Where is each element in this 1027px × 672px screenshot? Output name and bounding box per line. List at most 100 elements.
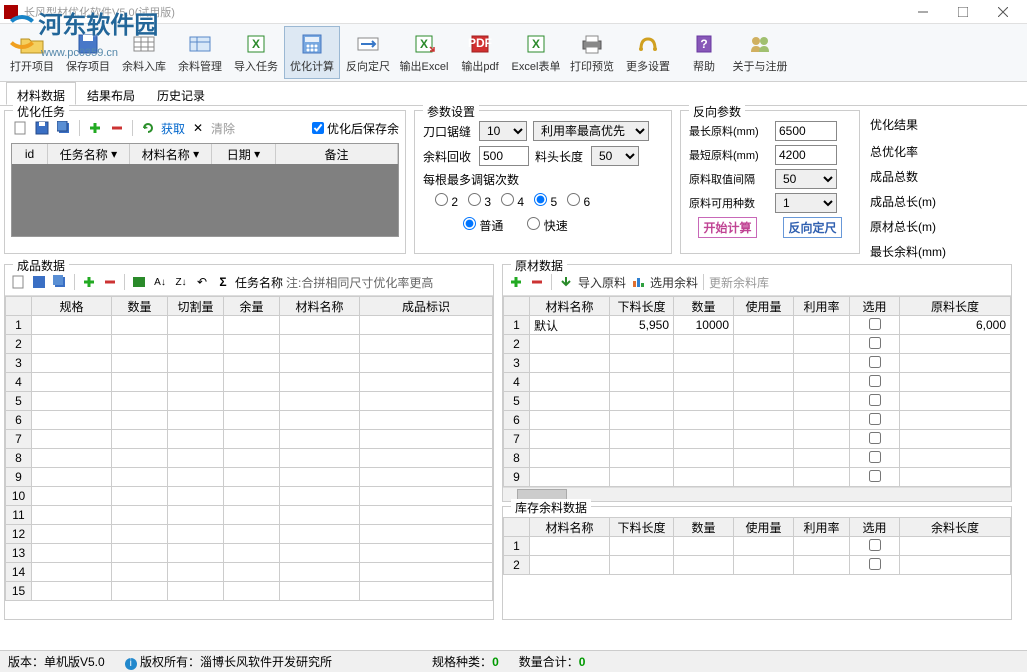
table-row[interactable]: 7 bbox=[504, 430, 1011, 449]
export-pdf-button[interactable]: PDF输出pdf bbox=[452, 26, 508, 79]
optimize-task-panel: 优化任务 获取 ✕ 清除 优化后保存余 id 任务名称 ▾ 材料名称 ▾ 日期 … bbox=[4, 110, 406, 254]
types-select[interactable]: 1 bbox=[775, 193, 837, 213]
table-row[interactable]: 8 bbox=[6, 449, 493, 468]
about-register-button[interactable]: 关于与注册 bbox=[732, 26, 788, 79]
table-row[interactable]: 3 bbox=[504, 354, 1011, 373]
result-product-len: 成品总长(m) bbox=[870, 193, 978, 210]
clear-icon[interactable]: ✕ bbox=[189, 119, 207, 137]
table-row[interactable]: 9 bbox=[6, 468, 493, 487]
select-scrap-button[interactable]: 选用余料 bbox=[650, 274, 698, 291]
table-row[interactable]: 14 bbox=[6, 563, 493, 582]
reverse-size-button[interactable]: 反向定尺 bbox=[340, 26, 396, 79]
import-material-button[interactable]: 导入原料 bbox=[578, 274, 626, 291]
prod-saveall-icon[interactable] bbox=[51, 273, 69, 291]
mat-add-icon[interactable] bbox=[507, 273, 525, 291]
fetch-button[interactable]: 获取 bbox=[161, 120, 185, 137]
table-row[interactable]: 1 bbox=[6, 316, 493, 335]
table-row[interactable]: 10 bbox=[6, 487, 493, 506]
max-mat-input[interactable] bbox=[775, 121, 837, 141]
table-row[interactable]: 2 bbox=[504, 335, 1011, 354]
cuts-4[interactable]: 4 bbox=[501, 193, 524, 209]
mode-normal[interactable]: 普通 bbox=[463, 217, 503, 234]
help-button[interactable]: ?帮助 bbox=[676, 26, 732, 79]
prod-excel-icon[interactable] bbox=[130, 273, 148, 291]
priority-select[interactable]: 利用率最高优先 bbox=[533, 121, 649, 141]
table-row[interactable]: 9 bbox=[504, 468, 1011, 487]
optimize-calc-button[interactable]: 优化计算 bbox=[284, 26, 340, 79]
table-row[interactable]: 2 bbox=[6, 335, 493, 354]
prod-sort-asc-icon[interactable]: A↓ bbox=[151, 273, 169, 291]
import-icon[interactable] bbox=[557, 273, 575, 291]
svg-text:X: X bbox=[252, 37, 260, 51]
minimize-button[interactable] bbox=[903, 0, 943, 24]
scrap-input[interactable] bbox=[479, 146, 529, 166]
min-mat-label: 最短原料(mm) bbox=[689, 147, 771, 163]
save-after-checkbox[interactable]: 优化后保存余 bbox=[312, 120, 399, 137]
open-project-button[interactable]: 打开项目 bbox=[4, 26, 60, 79]
head-select[interactable]: 50 bbox=[591, 146, 639, 166]
tab-result-layout[interactable]: 结果布局 bbox=[76, 82, 146, 105]
cuts-2[interactable]: 2 bbox=[435, 193, 458, 209]
export-excel-button[interactable]: X输出Excel bbox=[396, 26, 452, 79]
add-icon[interactable] bbox=[86, 119, 104, 137]
remove-icon[interactable] bbox=[108, 119, 126, 137]
save-all-icon[interactable] bbox=[55, 119, 73, 137]
tab-history[interactable]: 历史记录 bbox=[146, 82, 216, 105]
table-row[interactable]: 15 bbox=[6, 582, 493, 601]
tab-material-data[interactable]: 材料数据 bbox=[6, 82, 76, 105]
more-settings-button[interactable]: 更多设置 bbox=[620, 26, 676, 79]
result-product-count: 成品总数 bbox=[870, 168, 978, 185]
table-row[interactable]: 6 bbox=[504, 411, 1011, 430]
clear-button[interactable]: 清除 bbox=[211, 120, 235, 137]
table-row[interactable]: 7 bbox=[6, 430, 493, 449]
prod-undo-icon[interactable]: ↶ bbox=[193, 273, 211, 291]
prod-new-icon[interactable] bbox=[9, 273, 27, 291]
product-grid[interactable]: 规格数量切割量余量材料名称成品标识 123456789101112131415 bbox=[5, 296, 493, 601]
table-row[interactable]: 1默认5,950100006,000 bbox=[504, 316, 1011, 335]
excel-sheet-button[interactable]: XExcel表单 bbox=[508, 26, 564, 79]
table-row[interactable]: 4 bbox=[6, 373, 493, 392]
mat-remove-icon[interactable] bbox=[528, 273, 546, 291]
prod-sum-icon[interactable]: Σ bbox=[214, 273, 232, 291]
result-panel: 优化结果 总优化率 成品总数 成品总长(m) 原材总长(m) 最长余料(mm) bbox=[864, 106, 984, 262]
table-row[interactable]: 8 bbox=[504, 449, 1011, 468]
reverse-size-button[interactable]: 反向定尺 bbox=[783, 217, 841, 238]
table-row[interactable]: 12 bbox=[6, 525, 493, 544]
table-row[interactable]: 5 bbox=[504, 392, 1011, 411]
table-row[interactable]: 11 bbox=[6, 506, 493, 525]
material-grid[interactable]: 材料名称下料长度数量使用量利用率选用原料长度 1默认5,950100006,00… bbox=[503, 296, 1011, 487]
prod-save-icon[interactable] bbox=[30, 273, 48, 291]
table-row[interactable]: 5 bbox=[6, 392, 493, 411]
save-icon[interactable] bbox=[33, 119, 51, 137]
cuts-6[interactable]: 6 bbox=[567, 193, 590, 209]
table-row[interactable]: 3 bbox=[6, 354, 493, 373]
stock-in-button[interactable]: 余料入库 bbox=[116, 26, 172, 79]
import-task-button[interactable]: X导入任务 bbox=[228, 26, 284, 79]
save-project-button[interactable]: 保存项目 bbox=[60, 26, 116, 79]
start-calc-button[interactable]: 开始计算 bbox=[698, 217, 756, 238]
maximize-button[interactable] bbox=[943, 0, 983, 24]
prod-remove-icon[interactable] bbox=[101, 273, 119, 291]
prod-sort-desc-icon[interactable]: Z↓ bbox=[172, 273, 190, 291]
refresh-icon[interactable] bbox=[139, 119, 157, 137]
stock-manage-button[interactable]: 余料管理 bbox=[172, 26, 228, 79]
col-task-name: 任务名称 ▾ bbox=[48, 144, 130, 164]
cuts-5[interactable]: 5 bbox=[534, 193, 557, 209]
task-grid[interactable]: id 任务名称 ▾ 材料名称 ▾ 日期 ▾ 备注 bbox=[11, 143, 399, 237]
new-icon[interactable] bbox=[11, 119, 29, 137]
blade-select[interactable]: 10 bbox=[479, 121, 527, 141]
table-row[interactable]: 13 bbox=[6, 544, 493, 563]
select-scrap-icon[interactable] bbox=[629, 273, 647, 291]
prod-add-icon[interactable] bbox=[80, 273, 98, 291]
table-row: 1 bbox=[504, 537, 1011, 556]
table-row[interactable]: 4 bbox=[504, 373, 1011, 392]
cuts-3[interactable]: 3 bbox=[468, 193, 491, 209]
mode-fast[interactable]: 快速 bbox=[527, 217, 567, 234]
table-row[interactable]: 6 bbox=[6, 411, 493, 430]
interval-select[interactable]: 50 bbox=[775, 169, 837, 189]
close-button[interactable] bbox=[983, 0, 1023, 24]
stock-grid[interactable]: 材料名称下料长度数量使用量利用率选用余料长度 1 2 bbox=[503, 517, 1011, 575]
print-preview-button[interactable]: 打印预览 bbox=[564, 26, 620, 79]
update-lib-button[interactable]: 更新余料库 bbox=[709, 274, 769, 291]
min-mat-input[interactable] bbox=[775, 145, 837, 165]
